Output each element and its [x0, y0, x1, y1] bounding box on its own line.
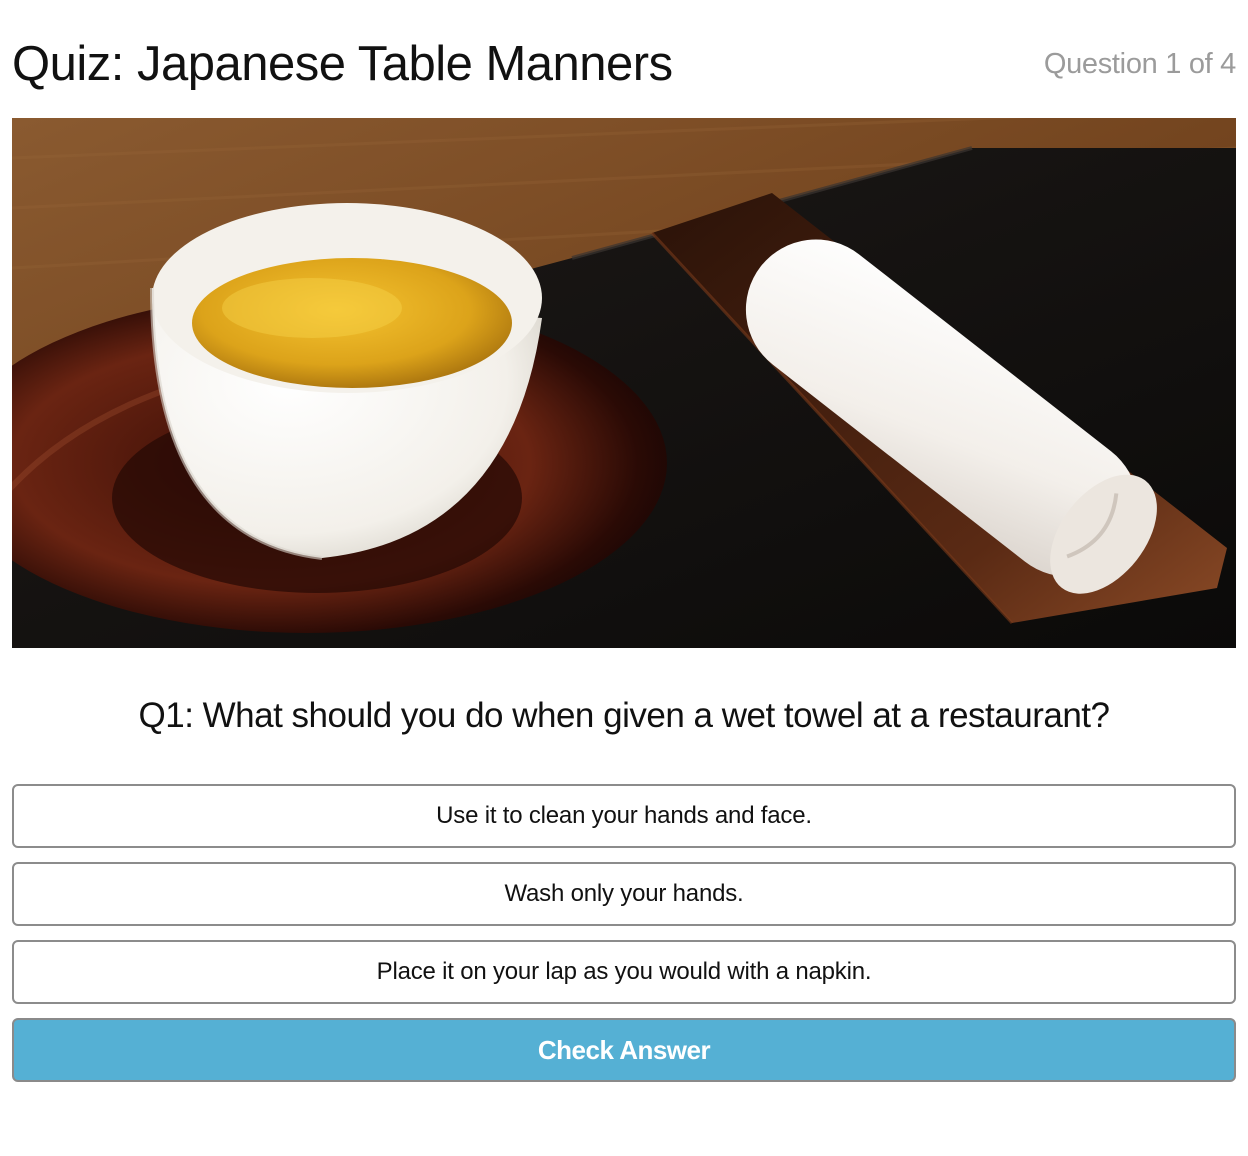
answer-option-3[interactable]: Place it on your lap as you would with a…: [12, 940, 1236, 1004]
quiz-header: Quiz: Japanese Table Manners Question 1 …: [12, 28, 1236, 100]
answer-option-1[interactable]: Use it to clean your hands and face.: [12, 784, 1236, 848]
answer-option-2[interactable]: Wash only your hands.: [12, 862, 1236, 926]
check-answer-button[interactable]: Check Answer: [12, 1018, 1236, 1082]
answer-list: Use it to clean your hands and face. Was…: [12, 784, 1236, 1018]
quiz-page: Quiz: Japanese Table Manners Question 1 …: [0, 0, 1248, 1156]
page-title: Quiz: Japanese Table Manners: [12, 37, 673, 91]
tea-and-towel-photo: [12, 118, 1236, 648]
hero-photo: [12, 118, 1236, 648]
question-progress: Question 1 of 4: [1043, 48, 1236, 80]
question-text: Q1: What should you do when given a wet …: [138, 696, 1110, 735]
